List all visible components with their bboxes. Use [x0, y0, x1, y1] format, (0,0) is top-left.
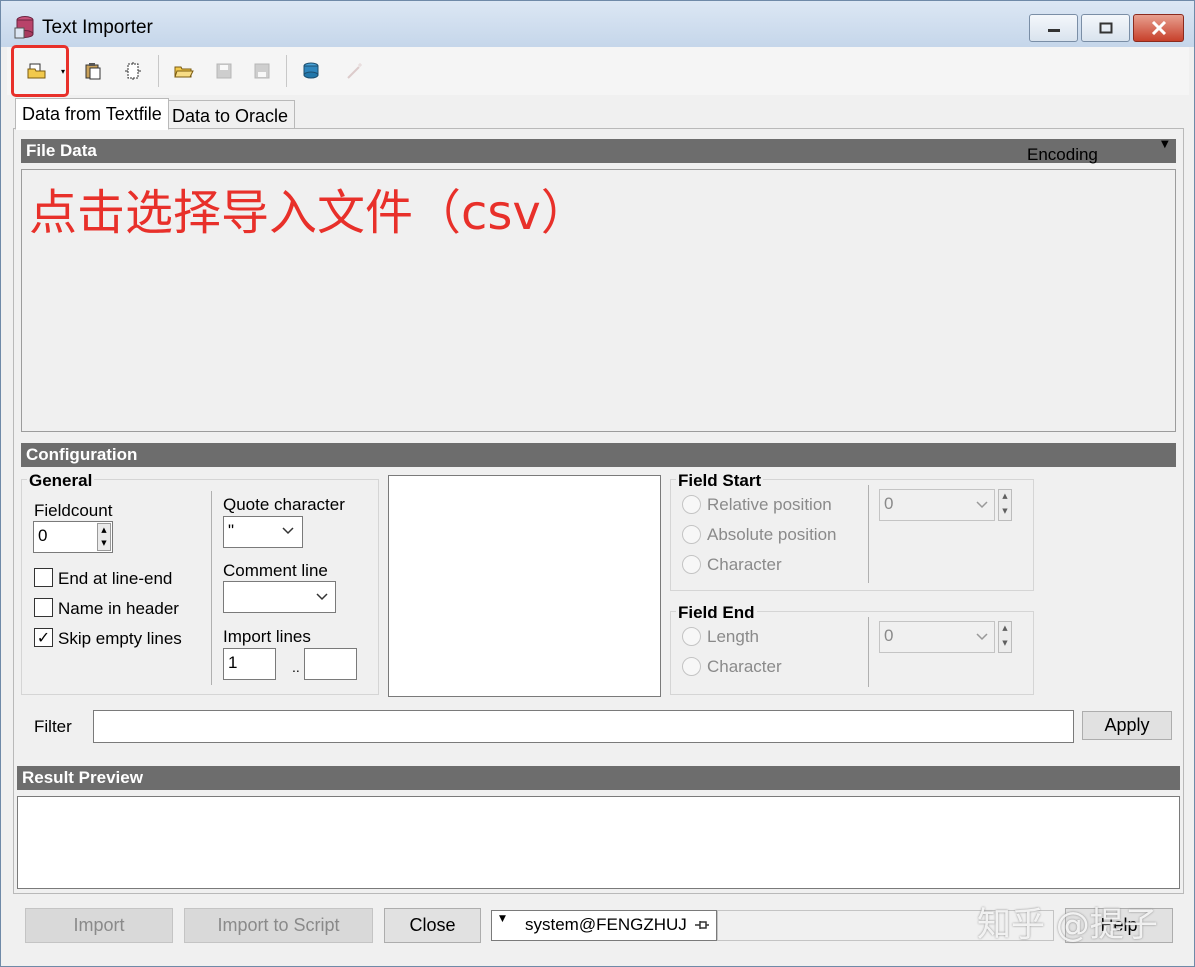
- import-lines-label: Import lines: [223, 627, 311, 646]
- skip-empty-lines-label: Skip empty lines: [58, 629, 182, 648]
- fieldcount-spinner[interactable]: ▲ ▼: [97, 523, 111, 551]
- end-at-line-end-label: End at line-end: [58, 569, 173, 588]
- minimize-icon: [1047, 29, 1060, 32]
- length-radio[interactable]: [682, 627, 701, 646]
- general-divider: [211, 491, 212, 685]
- spin-up-icon[interactable]: ▲: [999, 490, 1011, 505]
- spin-down-icon[interactable]: ▼: [999, 637, 1011, 652]
- save-as-icon: [254, 63, 270, 79]
- encoding-dropdown-icon[interactable]: ▼: [1161, 139, 1169, 150]
- spin-up-icon[interactable]: ▲: [98, 524, 110, 537]
- toolbar: ▾: [7, 47, 1189, 95]
- skip-empty-lines-checkbox[interactable]: ✓: [34, 628, 53, 647]
- result-preview-header: Result Preview: [17, 766, 1180, 790]
- import-lines-from-input[interactable]: 1: [223, 648, 276, 680]
- connection-selector[interactable]: system@FENGZHUJ: [491, 910, 717, 941]
- end-character-label: Character: [707, 657, 782, 676]
- close-window-button[interactable]: [1133, 14, 1184, 42]
- tab-data-from-textfile[interactable]: Data from Textfile: [15, 98, 169, 130]
- start-character-label: Character: [707, 555, 782, 574]
- chevron-down-icon[interactable]: [282, 527, 294, 535]
- window-title: Text Importer: [42, 17, 153, 38]
- relative-position-label: Relative position: [707, 495, 832, 514]
- annotation-text: 点击选择导入文件（csv）: [29, 185, 589, 241]
- filter-input[interactable]: [93, 710, 1074, 743]
- file-data-header: File Data: [21, 139, 1176, 163]
- import-to-script-button[interactable]: Import to Script: [184, 908, 373, 943]
- toolbar-separator: [158, 55, 159, 87]
- minimize-button[interactable]: [1029, 14, 1078, 42]
- spin-down-icon[interactable]: ▼: [98, 537, 110, 550]
- magic-wand-icon: [347, 63, 362, 79]
- database-app-icon: [14, 16, 34, 39]
- close-button[interactable]: Close: [384, 908, 481, 943]
- save-as-template-button[interactable]: [248, 57, 276, 85]
- zhihu-watermark: 知乎 @提子: [977, 905, 1158, 945]
- paste-button[interactable]: [79, 57, 107, 85]
- quote-character-label: Quote character: [223, 495, 345, 514]
- comment-line-label: Comment line: [223, 561, 328, 580]
- import-lines-to-input[interactable]: [304, 648, 357, 680]
- filter-label: Filter: [34, 717, 72, 736]
- name-in-header-checkbox[interactable]: [34, 598, 53, 617]
- absolute-position-label: Absolute position: [707, 525, 837, 544]
- length-label: Length: [707, 627, 759, 646]
- chevron-down-icon[interactable]: [976, 501, 988, 509]
- text-importer-window: Text Importer ▾ Data from Textfile Data …: [0, 0, 1195, 967]
- field-start-divider: [868, 485, 869, 583]
- maximize-icon: [1099, 22, 1112, 34]
- title-bar[interactable]: Text Importer: [1, 1, 1194, 47]
- field-start-spinner[interactable]: ▲ ▼: [998, 489, 1012, 521]
- clipboard-icon: [85, 63, 101, 80]
- maximize-button[interactable]: [1081, 14, 1130, 42]
- field-end-spinner[interactable]: ▲ ▼: [998, 621, 1012, 653]
- absolute-position-radio[interactable]: [682, 525, 701, 544]
- save-icon: [216, 63, 232, 79]
- connection-dropdown-icon[interactable]: ▼: [499, 914, 506, 924]
- apply-button[interactable]: Apply: [1082, 711, 1172, 740]
- annotation-highlight-box: [11, 45, 69, 97]
- oracle-connect-button[interactable]: [297, 57, 325, 85]
- fieldcount-label: Fieldcount: [34, 501, 113, 520]
- field-end-divider: [868, 617, 869, 687]
- end-character-radio[interactable]: [682, 657, 701, 676]
- spin-down-icon[interactable]: ▼: [999, 505, 1011, 520]
- name-in-header-label: Name in header: [58, 599, 179, 618]
- chevron-down-icon[interactable]: [316, 593, 328, 601]
- result-preview-area[interactable]: [17, 796, 1180, 889]
- close-icon: [1151, 21, 1166, 35]
- end-at-line-end-checkbox[interactable]: [34, 568, 53, 587]
- spin-up-icon[interactable]: ▲: [999, 622, 1011, 637]
- database-icon: [303, 62, 319, 79]
- clear-icon: [125, 62, 141, 80]
- general-group-title: General: [27, 471, 95, 491]
- relative-position-radio[interactable]: [682, 495, 701, 514]
- save-template-button[interactable]: [210, 57, 238, 85]
- tab-data-to-oracle[interactable]: Data to Oracle: [165, 100, 296, 129]
- field-list[interactable]: [388, 475, 661, 697]
- import-lines-separator: ..: [292, 659, 300, 675]
- encoding-label[interactable]: Encoding: [1027, 145, 1098, 165]
- chevron-down-icon[interactable]: [976, 633, 988, 641]
- open-folder-icon: [174, 66, 194, 78]
- field-end-title: Field End: [676, 603, 757, 623]
- configuration-header: Configuration: [21, 443, 1176, 467]
- clear-button[interactable]: [119, 57, 147, 85]
- import-button[interactable]: Import: [25, 908, 173, 943]
- load-template-button[interactable]: [170, 57, 198, 85]
- field-start-title: Field Start: [676, 471, 764, 491]
- toolbar-separator: [286, 55, 287, 87]
- start-character-radio[interactable]: [682, 555, 701, 574]
- pin-icon[interactable]: [694, 919, 710, 931]
- magic-wand-button[interactable]: [341, 57, 369, 85]
